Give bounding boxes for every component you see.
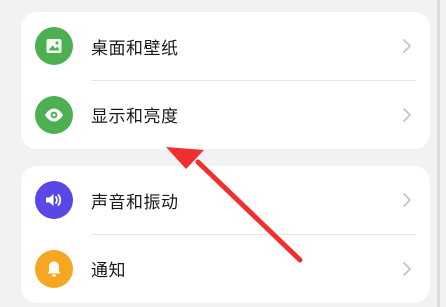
eye-icon (35, 95, 73, 134)
settings-item-wallpaper[interactable]: 桌面和壁纸 (21, 12, 430, 80)
chevron-right-icon (403, 261, 411, 276)
scroll-edge (437, 0, 440, 307)
settings-item-label: 声音和振动 (91, 192, 179, 213)
chevron-right-icon (403, 39, 411, 53)
chevron-right-icon (403, 107, 411, 122)
settings-item-sound[interactable]: 声音和振动 (21, 166, 430, 234)
settings-item-display[interactable]: 显示和亮度 (21, 80, 430, 149)
settings-item-label: 通知 (91, 261, 126, 281)
settings-group-2: 声音和振动 通知 (21, 166, 430, 303)
settings-item-notifications[interactable]: 通知 (21, 234, 430, 303)
settings-group-1: 桌面和壁纸 显示和亮度 (21, 12, 430, 149)
settings-item-label: 显示和亮度 (91, 107, 179, 127)
wallpaper-icon (35, 27, 73, 65)
settings-page: 桌面和壁纸 显示和亮度 声音和振动 通知 (0, 0, 446, 307)
settings-item-label: 桌面和壁纸 (91, 38, 179, 59)
chevron-right-icon (403, 193, 411, 207)
speaker-icon (35, 181, 73, 219)
divider (91, 234, 416, 235)
bell-icon (35, 249, 73, 288)
divider (91, 80, 416, 81)
